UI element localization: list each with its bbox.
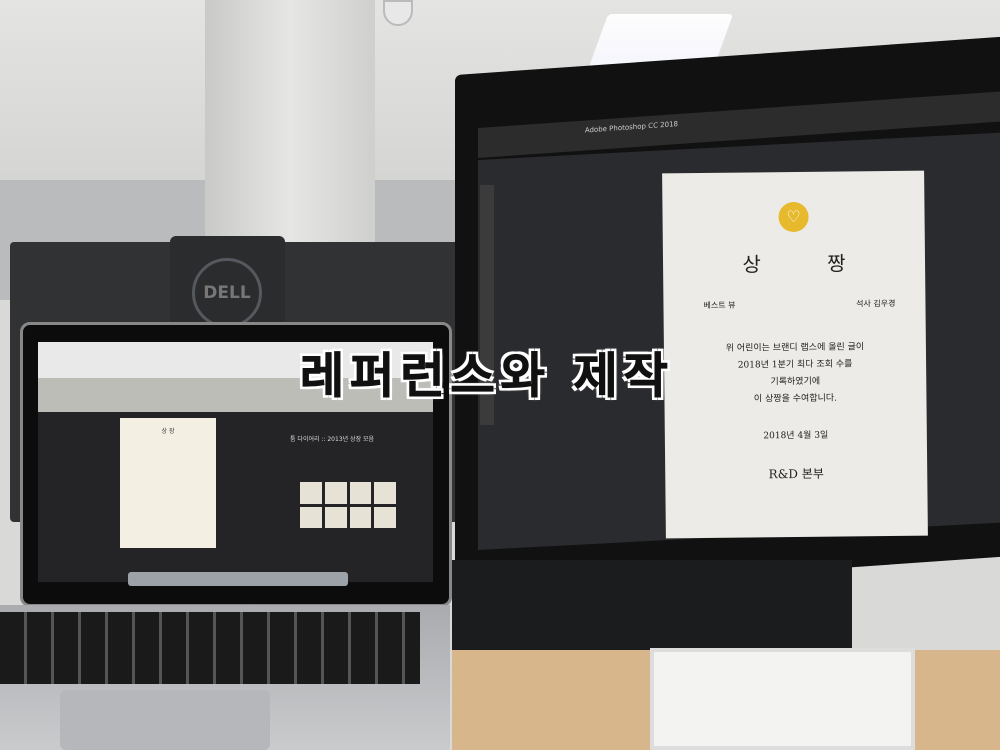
trackpad [60, 690, 270, 750]
keyboard [0, 612, 420, 684]
body-line: 이 상짱을 수여합니다. [753, 393, 838, 405]
photo-frame [650, 648, 915, 750]
related-images [300, 482, 396, 528]
result-title: 툼 다이어리 :: 2013년 상장 모음 [290, 436, 375, 443]
certificate-issuer: R&D 본부 [768, 466, 824, 482]
certificate: ♡ 상 짱 베스트 뷰 석사 김우경 위 어린이는 브랜디 랩스에 올린 글이 … [662, 170, 928, 539]
dell-logo: DELL [192, 258, 262, 328]
certificate-title: 상 짱 [742, 251, 876, 277]
certificate-date: 2018년 4월 3일 [763, 430, 829, 442]
presenter: 석사 김우경 [856, 298, 896, 309]
mac-dock [128, 572, 348, 586]
heart-logo-icon: ♡ [778, 201, 809, 233]
recipient: 베스트 뷰 [703, 300, 736, 310]
laptop-certificate-preview: 상 장 [120, 418, 216, 548]
caption: 레퍼런스와 제작 [300, 348, 674, 405]
preview-title: 상 장 [161, 428, 175, 435]
pillar [205, 0, 375, 260]
cables [452, 560, 852, 660]
